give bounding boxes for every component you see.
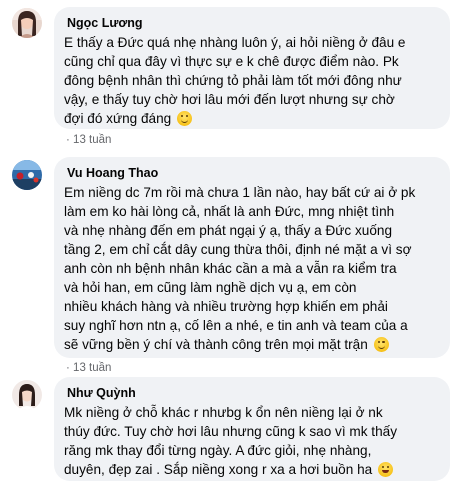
comment-text-content: Mk niềng ở chỗ khác r nhưbg k ổn nên niề… (64, 405, 397, 477)
comment-meta: · 13 tuần (66, 361, 111, 375)
smile-emoji-icon (373, 337, 389, 352)
comment-list: Ngọc Lương E thấy a Đức quá nhẹ nhàng lu… (0, 0, 475, 489)
comment-text: Em niềng dc 7m rồi mà chưa 1 lần nào, ha… (64, 183, 440, 354)
smile-emoji-icon (177, 111, 192, 126)
comment-text-content: Em niềng dc 7m rồi mà chưa 1 lần nào, ha… (64, 185, 416, 352)
avatar[interactable] (12, 160, 42, 190)
comment-text: E thấy a Đức quá nhẹ nhàng luôn ý, ai hỏ… (64, 33, 440, 128)
comment-bubble: Vu Hoang Thao Em niềng dc 7m rồi mà chưa… (54, 157, 450, 358)
avatar-photo-icon (12, 160, 42, 190)
comment-text-content: E thấy a Đức quá nhẹ nhàng luôn ý, ai hỏ… (64, 35, 406, 126)
separator-dot: · (66, 362, 70, 374)
separator-dot: · (66, 134, 70, 146)
laugh-emoji-icon (377, 462, 393, 477)
comment-author[interactable]: Vu Hoang Thao (67, 166, 158, 181)
comment-timestamp[interactable]: 13 tuần (73, 134, 111, 146)
avatar[interactable] (12, 380, 42, 410)
comment-timestamp[interactable]: 13 tuần (73, 362, 111, 374)
comment-meta: · 13 tuần (66, 133, 111, 147)
avatar[interactable] (12, 8, 42, 38)
comment-bubble: Ngọc Lương E thấy a Đức quá nhẹ nhàng lu… (54, 7, 450, 129)
comment-text: Mk niềng ở chỗ khác r nhưbg k ổn nên niề… (64, 403, 440, 479)
comment-author[interactable]: Ngọc Lương (67, 16, 143, 31)
avatar-photo-icon (12, 380, 42, 410)
comment-author[interactable]: Như Quỳnh (67, 386, 136, 401)
avatar-photo-icon (12, 8, 42, 38)
comment-bubble: Như Quỳnh Mk niềng ở chỗ khác r nhưbg k … (54, 377, 450, 481)
